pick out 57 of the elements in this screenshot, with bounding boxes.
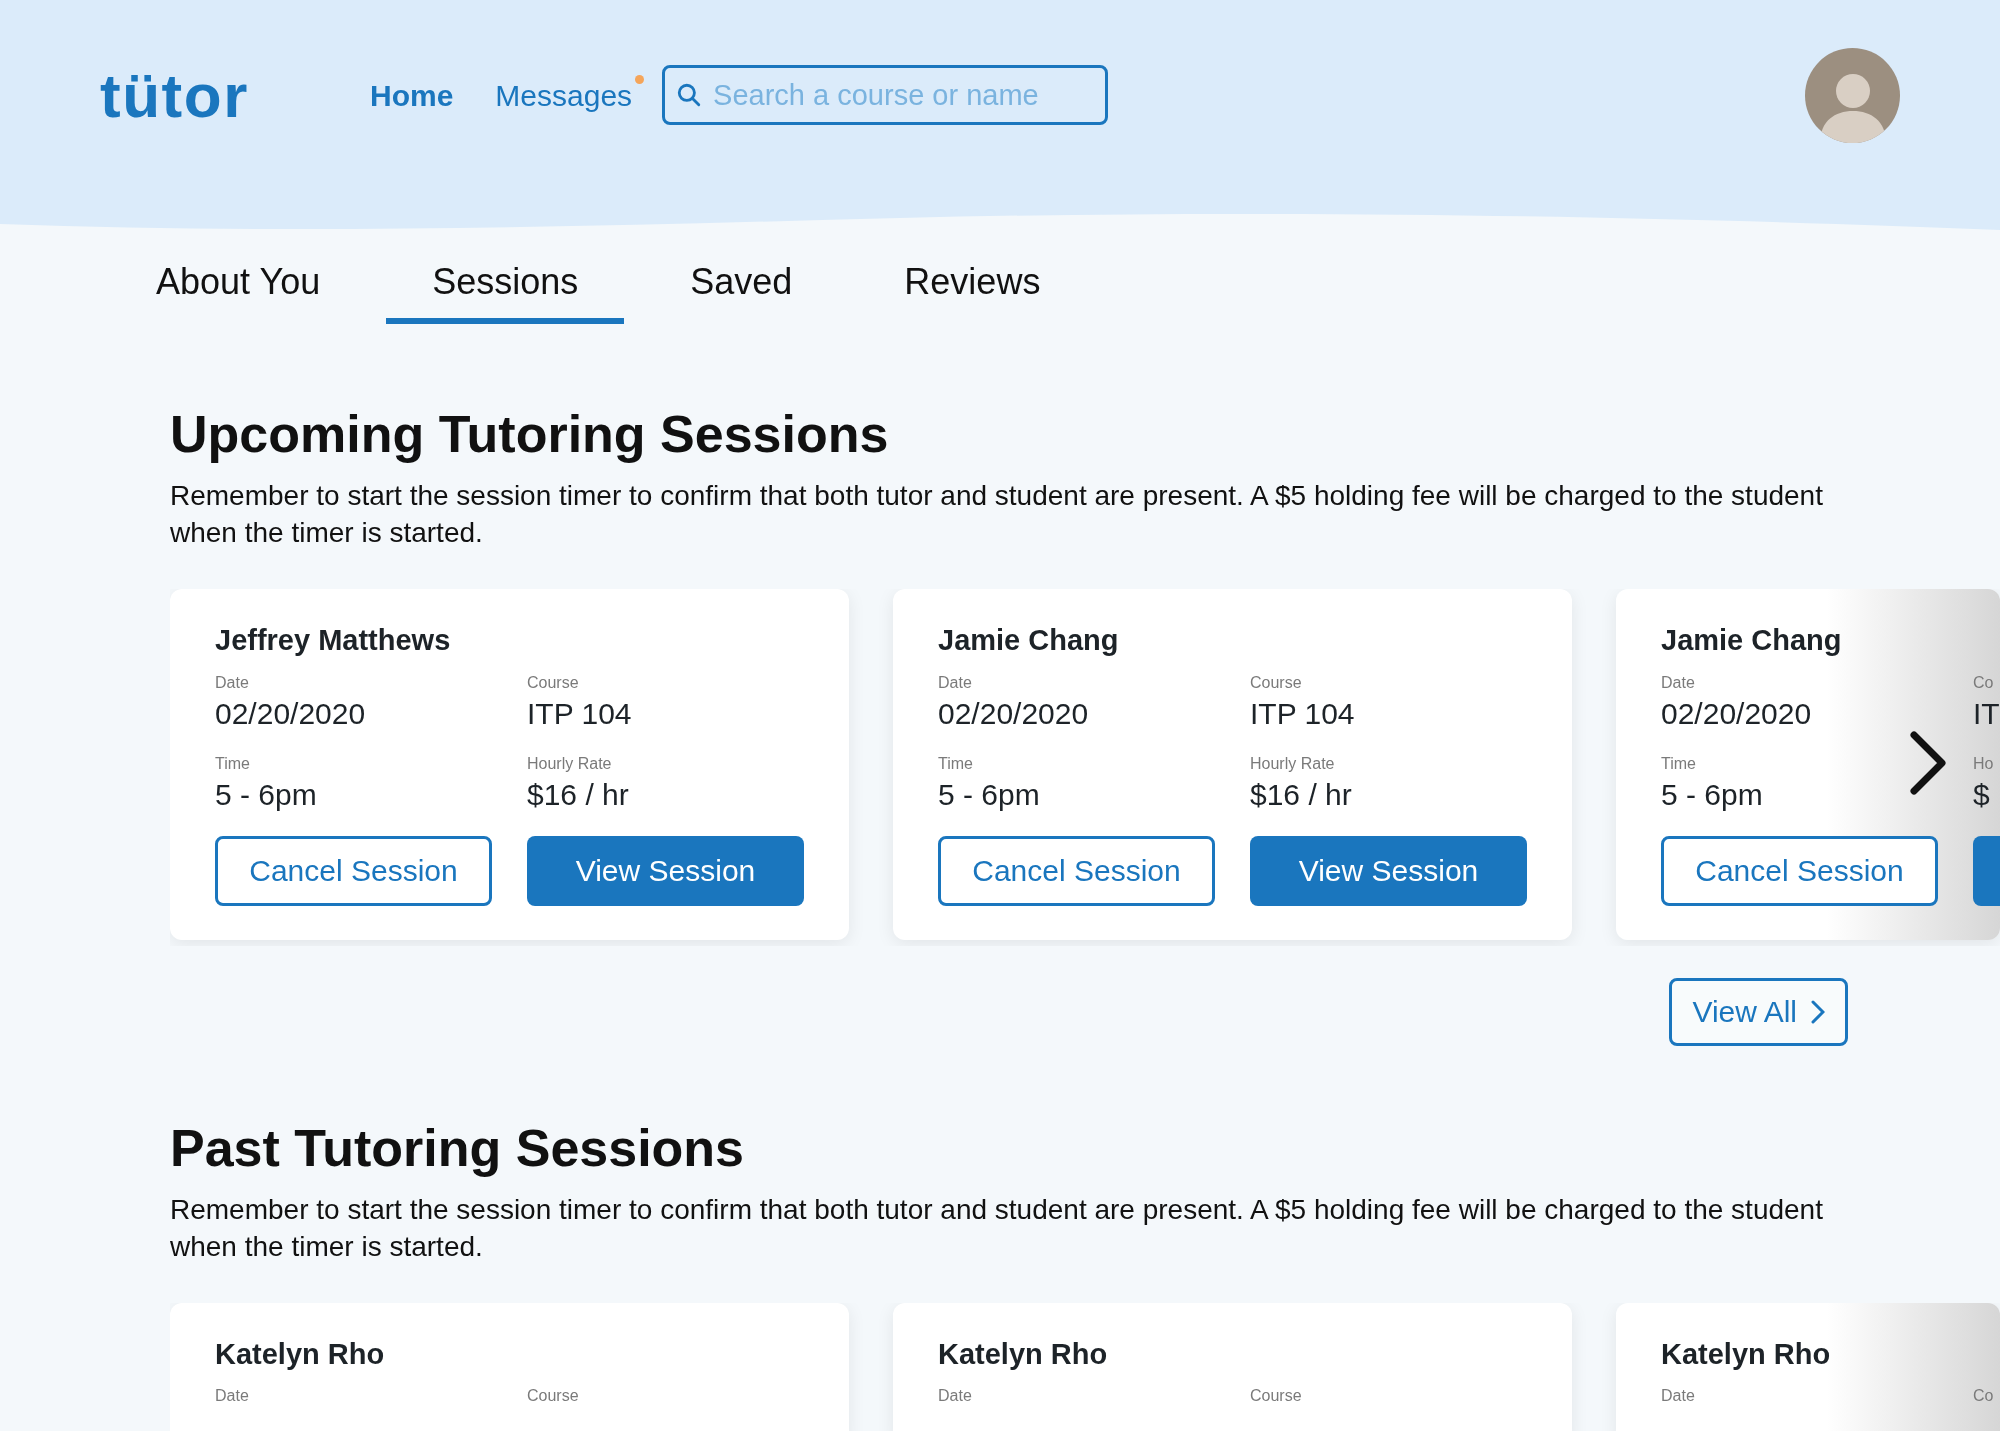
nav-link[interactable]: Messages bbox=[495, 78, 633, 112]
field-value: 02/20/2020 bbox=[938, 695, 1090, 732]
tutor-name: Katelyn Rho bbox=[215, 1336, 386, 1372]
field-value: ITP 104 bbox=[527, 695, 633, 732]
section-heading: Past Tutoring Sessions bbox=[170, 1117, 746, 1179]
chevron-right-icon bbox=[1811, 999, 1825, 1024]
field-value: ITP 104 bbox=[1250, 695, 1356, 732]
field-label: Ho bbox=[1973, 754, 1995, 774]
field-label: Date bbox=[1661, 672, 1696, 693]
cancel-session-button[interactable]: Cancel Session bbox=[215, 835, 492, 906]
tutor-name: Jamie Chang bbox=[938, 623, 1120, 658]
field-label: Date bbox=[215, 672, 250, 693]
section-note: Remember to start the session timer to confirm that both tutor and student are present. A $5 holding fee will be charged to the student when the timer is started. bbox=[170, 1192, 1824, 1264]
field-label: Time bbox=[1661, 754, 1697, 774]
tab[interactable]: Sessions bbox=[386, 246, 625, 324]
field-label: Time bbox=[215, 754, 251, 774]
field-label: Hourly Rate bbox=[1250, 754, 1336, 774]
field-value: $16 / hr bbox=[527, 777, 630, 813]
field-label: Course bbox=[527, 672, 580, 693]
field-value: $16 / hr bbox=[1250, 777, 1353, 813]
section-heading: Upcoming Tutoring Sessions bbox=[170, 404, 890, 465]
view-session-button[interactable] bbox=[1973, 835, 2000, 906]
field-value: 5 - 6pm bbox=[938, 777, 1041, 813]
field-value: 5 - 6pm bbox=[215, 777, 318, 813]
field-label: Date bbox=[938, 672, 973, 693]
field-label: Date bbox=[1661, 1386, 1696, 1406]
view-all-button[interactable]: View All bbox=[1669, 977, 1848, 1046]
section-note: Remember to start the session timer to confirm that both tutor and student are present. A $5 holding fee will be charged to the student when the timer is started. bbox=[170, 479, 1824, 550]
tutor-name: Katelyn Rho bbox=[1661, 1336, 1832, 1372]
field-value: IT bbox=[1973, 695, 2000, 732]
field-label: Date bbox=[938, 1386, 973, 1406]
field-value: 02/20/2020 bbox=[215, 695, 367, 732]
field-label: Course bbox=[1250, 1386, 1303, 1406]
field-label: Co bbox=[1973, 672, 1995, 693]
field-label: Time bbox=[938, 754, 974, 774]
field-label: Date bbox=[215, 1386, 250, 1406]
nav-link[interactable]: Home bbox=[370, 78, 454, 112]
cancel-session-button[interactable]: Cancel Session bbox=[938, 835, 1215, 906]
search-field[interactable]: Search a course or name bbox=[662, 65, 1109, 125]
cancel-session-button[interactable]: Cancel Session bbox=[1661, 835, 1938, 906]
tab[interactable]: Saved bbox=[644, 246, 839, 324]
tab[interactable]: Reviews bbox=[858, 246, 1087, 324]
search-icon bbox=[676, 82, 703, 108]
field-label: Course bbox=[1250, 672, 1303, 693]
field-label: Hourly Rate bbox=[527, 754, 613, 774]
field-label: Course bbox=[527, 1386, 580, 1406]
logo: tütor bbox=[100, 59, 250, 132]
field-value: 02/20/2020 bbox=[1661, 695, 1813, 732]
field-value: 5 - 6pm bbox=[1661, 777, 1764, 813]
view-session-button[interactable]: View Session bbox=[527, 835, 804, 906]
tutor-name: Katelyn Rho bbox=[938, 1336, 1109, 1372]
view-session-button[interactable]: View Session bbox=[1250, 835, 1527, 906]
tutor-name: Jamie Chang bbox=[1661, 623, 1843, 658]
tab[interactable]: About You bbox=[110, 246, 367, 324]
field-label: Co bbox=[1973, 1386, 1995, 1406]
field-value: $ bbox=[1973, 777, 1991, 813]
tutor-name: Jeffrey Matthews bbox=[215, 623, 452, 658]
